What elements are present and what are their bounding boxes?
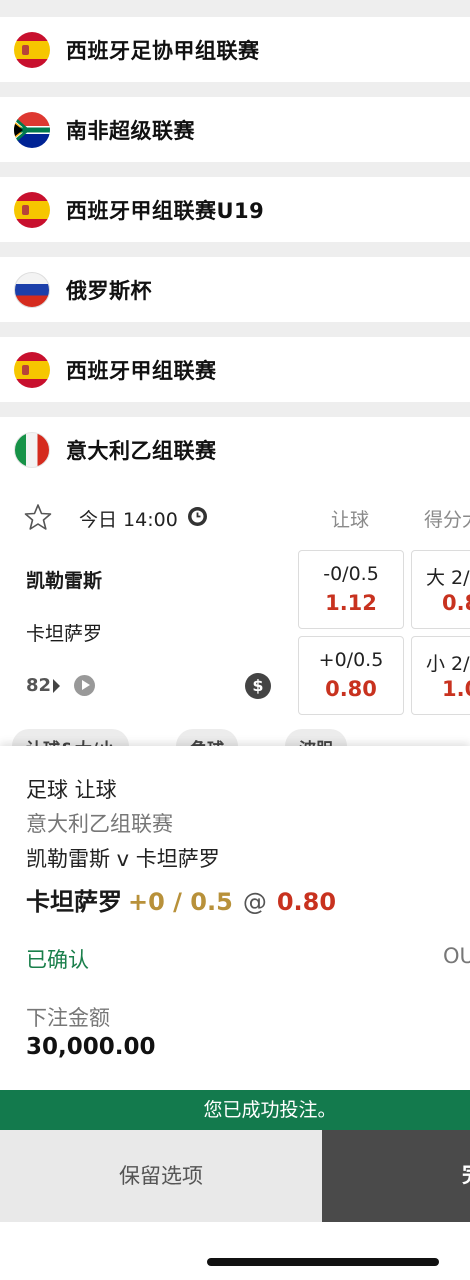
odds-line: -0/0.5: [323, 563, 379, 585]
at-symbol: @: [242, 888, 267, 916]
south-africa-flag-icon: [14, 111, 50, 148]
odds-button-home-handicap[interactable]: -0/0.5 1.12: [298, 550, 404, 629]
home-team-name: 凯勒雷斯: [26, 570, 103, 592]
done-button[interactable]: 完: [322, 1130, 470, 1222]
stake-value: 30,000.00: [26, 1034, 156, 1060]
live-clock-icon: [188, 507, 207, 526]
odds-price: 1.12: [325, 591, 377, 615]
column-header-handicap: 让球: [331, 509, 370, 531]
bet-league: 意大利乙组联赛: [26, 812, 173, 836]
russia-flag-icon: [14, 271, 50, 308]
league-name: 西班牙甲组联赛: [66, 358, 217, 383]
cash-out-icon[interactable]: $: [245, 673, 271, 699]
league-name: 意大利乙组联赛: [66, 438, 217, 463]
odds-price: 0.8: [442, 591, 470, 615]
stake-label: 下注金额: [26, 1006, 110, 1030]
odds-button-under[interactable]: 小 2/ 1.0: [411, 636, 470, 715]
column-header-total: 得分大: [424, 509, 470, 531]
odds-line: 小 2/: [426, 653, 470, 675]
odds-line: +0/0.5: [318, 649, 384, 671]
match-time: 今日 14:00: [79, 509, 178, 531]
bet-sport-market: 足球 让球: [26, 778, 117, 802]
chevron-right-icon: [53, 679, 60, 693]
league-name: 俄罗斯杯: [66, 278, 152, 303]
spain-flag-icon: [14, 191, 50, 228]
match-card: 今日 14:00 让球 得分大 凯勒雷斯 卡坦萨罗 82 $ -0/0.5 1.…: [0, 481, 470, 746]
bet-slip-sheet: 足球 让球 意大利乙组联赛 凯勒雷斯 v 卡坦萨罗 卡坦萨罗 +0 / 0.5 @0…: [0, 746, 470, 1280]
odds-button-over[interactable]: 大 2/ 0.8: [411, 550, 470, 629]
spain-flag-icon: [14, 31, 50, 68]
league-row[interactable]: 意大利乙组联赛: [0, 417, 470, 482]
bet-reference: OU: [443, 944, 470, 968]
league-row[interactable]: 俄罗斯杯: [0, 257, 470, 322]
home-indicator[interactable]: [207, 1258, 439, 1266]
favorite-star-icon[interactable]: [24, 503, 52, 531]
odds-price: 1.0: [442, 677, 470, 701]
league-name: 南非超级联赛: [66, 118, 195, 143]
league-name: 西班牙甲组联赛U19: [66, 198, 265, 223]
bet-status: 已确认: [26, 948, 89, 972]
play-video-icon[interactable]: [74, 675, 95, 696]
bet-handicap: +0 / 0.5: [128, 888, 233, 916]
league-name: 西班牙足协甲组联赛: [66, 38, 260, 63]
odds-price: 0.80: [325, 677, 377, 701]
bet-fixture: 凯勒雷斯 v 卡坦萨罗: [26, 847, 220, 871]
filter-pill[interactable]: 波胆: [285, 729, 347, 746]
spain-flag-icon: [14, 351, 50, 388]
odds-button-away-handicap[interactable]: +0/0.5 0.80: [298, 636, 404, 715]
league-row[interactable]: 西班牙甲组联赛: [0, 337, 470, 402]
league-list: 西班牙足协甲组联赛 南非超级联赛 西班牙甲组联赛U19 俄罗斯杯 西班牙甲组联赛: [0, 0, 470, 482]
success-banner: 您已成功投注。: [0, 1090, 470, 1130]
league-row[interactable]: 西班牙甲组联赛U19: [0, 177, 470, 242]
league-row[interactable]: 南非超级联赛: [0, 97, 470, 162]
filter-pill[interactable]: 让球&大/小: [12, 729, 130, 746]
bet-selection-row: 卡坦萨罗 +0 / 0.5 @0.80: [26, 882, 336, 917]
keep-selections-button[interactable]: 保留选项: [0, 1130, 322, 1222]
italy-flag-icon: [14, 431, 50, 468]
odds-line: 大 2/: [426, 567, 470, 589]
bet-selection-team: 卡坦萨罗: [26, 888, 122, 916]
filter-pill[interactable]: 角球: [176, 729, 238, 746]
away-team-name: 卡坦萨罗: [26, 623, 103, 645]
match-minute: 82: [26, 675, 52, 696]
league-row[interactable]: 西班牙足协甲组联赛: [0, 17, 470, 82]
bet-odds: 0.80: [276, 888, 337, 916]
